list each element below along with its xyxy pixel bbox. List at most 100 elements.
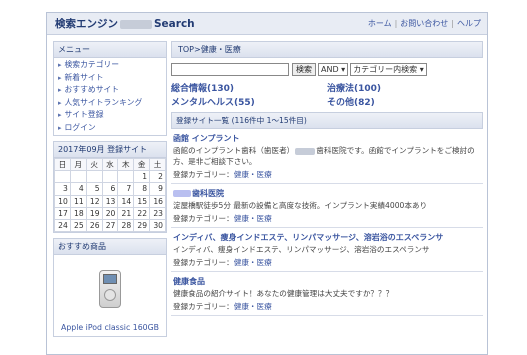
home-link[interactable]: ホーム <box>368 19 392 28</box>
search-input[interactable] <box>171 63 289 76</box>
category-links: 総合情報(130) 治療法(100) メンタルヘルス(55) その他(82) <box>171 82 483 110</box>
menu-item-ranking[interactable]: 人気サイトランキング <box>58 97 162 110</box>
menu-list: 検索カテゴリー 新着サイト おすすめサイト 人気サイトランキング サイト登録 ロ… <box>54 58 166 135</box>
entry-title-suffix: 歯科医院 <box>192 189 224 198</box>
site-title-suffix: Search <box>154 18 195 30</box>
calendar-day: 22 <box>133 206 151 220</box>
category-prefix: 登録カテゴリー： <box>173 302 234 311</box>
entry-title[interactable]: 健康食品 <box>173 276 481 287</box>
menu-item-recommended[interactable]: おすすめサイト <box>58 84 162 97</box>
entry-category-link[interactable]: 健康・医療 <box>234 214 272 223</box>
search-button[interactable]: 検索 <box>292 63 316 76</box>
calendar-day: 1 <box>133 170 151 184</box>
category-prefix: 登録カテゴリー： <box>173 258 234 267</box>
entry-title[interactable]: インディバ、痩身インドエステ、リンパマッサージ、溶岩浴のエスペランサ <box>173 232 481 243</box>
search-scope-select[interactable]: カテゴリー内検索 ▾ <box>350 63 427 76</box>
category-prefix: 登録カテゴリー： <box>173 170 234 179</box>
calendar-day: 21 <box>117 206 135 220</box>
calendar-day: 23 <box>149 206 166 220</box>
list-item: 歯科医院 淀屋橋駅徒歩5分 最新の設備と高度な技術。インプラント実績4000本あ… <box>171 184 483 228</box>
calendar-day: 14 <box>117 194 135 208</box>
calendar-day: 17 <box>54 206 71 220</box>
sidebar: メニュー 検索カテゴリー 新着サイト おすすめサイト 人気サイトランキング サイ… <box>53 41 167 342</box>
page-frame: 検索エンジンSearch ホーム|お問い合わせ|ヘルプ メニュー 検索カテゴリー… <box>46 12 488 355</box>
search-mode-value: AND <box>321 65 339 74</box>
calendar-day: 4 <box>69 182 87 196</box>
entry-description: 函館のインプラント歯科（歯医者） 歯科医院です。函館でインプラントをご検討の方、是… <box>173 145 481 167</box>
calendar-day: 11 <box>69 194 87 208</box>
calendar-day <box>69 170 87 184</box>
separator: | <box>451 19 454 28</box>
menu-item-login[interactable]: ログイン <box>58 122 162 135</box>
weekday-thu: 木 <box>117 157 135 172</box>
weekday-tue: 火 <box>85 157 103 172</box>
calendar-day: 30 <box>149 218 166 233</box>
menu-title: メニュー <box>54 42 166 58</box>
product-title: おすすめ商品 <box>54 239 166 256</box>
calendar-day: 6 <box>101 182 119 196</box>
search-mode-select[interactable]: AND ▾ <box>318 63 349 76</box>
weekday-fri: 金 <box>133 157 151 172</box>
entry-category-link[interactable]: 健康・医療 <box>234 170 272 179</box>
ipod-click-wheel <box>104 289 116 302</box>
entry-title[interactable]: 歯科医院 <box>173 188 481 199</box>
calendar-day: 12 <box>85 194 103 208</box>
menu-item-category[interactable]: 検索カテゴリー <box>58 59 162 72</box>
calendar-day: 16 <box>149 194 166 208</box>
entry-description: 健康食品の紹介サイト！あなたの健康管理は大丈夫ですか？？？ <box>173 289 394 298</box>
entry-category-link[interactable]: 健康・医療 <box>234 258 272 267</box>
calendar-day: 5 <box>85 182 103 196</box>
product-name[interactable]: Apple iPod classic 160GB <box>54 323 166 336</box>
chevron-down-icon: ▾ <box>341 65 346 74</box>
calendar-day: 3 <box>54 182 71 196</box>
breadcrumb[interactable]: TOP>健康・医療 <box>171 41 483 58</box>
site-list-header: 登録サイト一覧 (116件中 1～15件目) <box>171 112 483 129</box>
calendar-box: 2017年09月 登録サイト 日 月 火 水 木 金 土 12 3456789 <box>53 141 167 234</box>
calendar-day: 2 <box>149 170 166 184</box>
redacted-name <box>173 190 191 197</box>
category-prefix: 登録カテゴリー： <box>173 214 234 223</box>
entry-category: 登録カテゴリー：健康・医療 <box>173 213 481 224</box>
calendar-day: 7 <box>117 182 135 196</box>
product-image[interactable] <box>54 255 166 323</box>
calendar-day <box>117 170 135 184</box>
main-content: TOP>健康・医療 検索 AND ▾ カテゴリー内検索 ▾ 総合情報(130) … <box>171 41 483 316</box>
menu-item-register[interactable]: サイト登録 <box>58 109 162 122</box>
separator: | <box>394 19 398 28</box>
calendar-day: 19 <box>85 206 103 220</box>
calendar-day: 20 <box>101 206 119 220</box>
calendar-day: 25 <box>69 218 87 233</box>
ipod-screen <box>103 274 117 285</box>
calendar-day: 29 <box>133 218 151 233</box>
redacted-name <box>295 147 316 155</box>
entry-description: 淀屋橋駅徒歩5分 最新の設備と高度な技術。インプラント実績4000本あり <box>173 201 428 210</box>
product-box: おすすめ商品 Apple iPod classic 160GB <box>53 238 167 338</box>
entry-title[interactable]: 函館 インプラント <box>173 133 481 144</box>
menu-box: メニュー 検索カテゴリー 新着サイト おすすめサイト 人気サイトランキング サイ… <box>53 41 167 136</box>
entry-category: 登録カテゴリー：健康・医療 <box>173 169 481 180</box>
help-link[interactable]: ヘルプ <box>457 19 481 28</box>
category-link-general[interactable]: 総合情報(130) <box>171 82 327 96</box>
search-scope-value: カテゴリー内検索 <box>353 65 418 74</box>
category-link-mental-health[interactable]: メンタルヘルス(55) <box>171 96 327 110</box>
category-link-treatment[interactable]: 治療法(100) <box>327 82 483 96</box>
calendar-day: 13 <box>101 194 119 208</box>
site-header: 検索エンジン Search ホーム | お問い合わせ | ヘルプ <box>47 13 487 35</box>
calendar-day: 8 <box>133 182 151 196</box>
header-links: ホーム | お問い合わせ | ヘルプ <box>368 18 481 29</box>
calendar-day: 27 <box>101 218 119 233</box>
contact-link[interactable]: お問い合わせ <box>400 19 448 28</box>
site-title[interactable]: 検索エンジン Search <box>55 16 195 31</box>
category-link-other[interactable]: その他(82) <box>327 96 483 110</box>
ipod-image <box>99 270 121 309</box>
calendar-day: 24 <box>54 218 71 233</box>
calendar-day: 28 <box>117 218 135 233</box>
menu-item-new-sites[interactable]: 新着サイト <box>58 72 162 85</box>
calendar-title: 2017年09月 登録サイト <box>54 142 166 158</box>
site-title-prefix: 検索エンジン <box>55 18 118 30</box>
calendar-day <box>85 170 103 184</box>
chevron-down-icon: ▾ <box>419 65 424 74</box>
list-item: 健康食品 健康食品の紹介サイト！あなたの健康管理は大丈夫ですか？？？ 登録カテゴ… <box>171 272 483 316</box>
search-form: 検索 AND ▾ カテゴリー内検索 ▾ <box>171 63 483 76</box>
entry-category-link[interactable]: 健康・医療 <box>234 302 272 311</box>
